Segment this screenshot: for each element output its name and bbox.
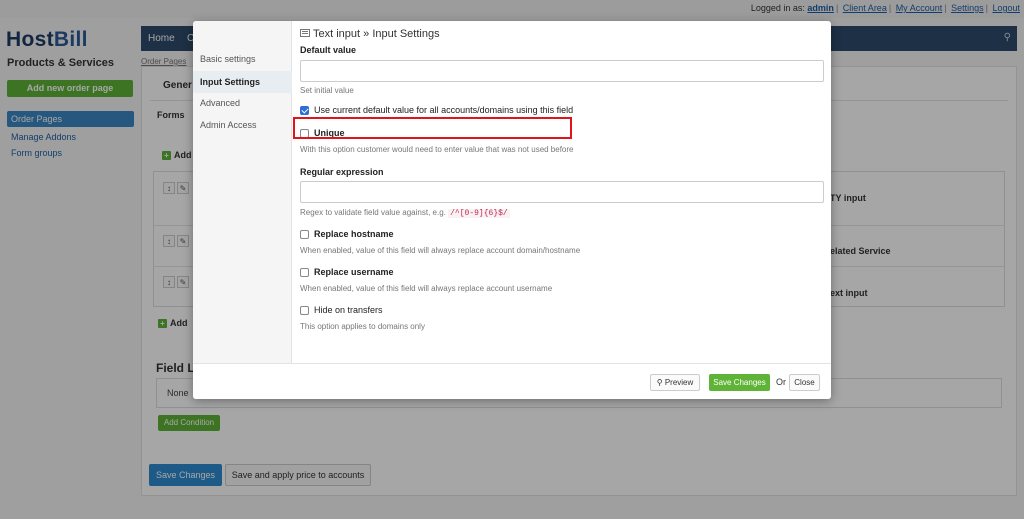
modal-tab-advanced[interactable]: Advanced — [193, 92, 292, 114]
modal-sidebar: Basic settings Input Settings Advanced A… — [193, 21, 292, 363]
regex-label: Regular expression — [300, 167, 384, 177]
replace-hostname-help: When enabled, value of this field will a… — [300, 246, 581, 255]
use-current-default-row[interactable]: Use current default value for all accoun… — [300, 104, 573, 116]
or-text: Or — [776, 377, 786, 387]
hide-on-transfers-label[interactable]: Hide on transfers — [314, 305, 383, 315]
modal-title: Text input » Input Settings — [300, 28, 440, 40]
regex-example: /^[0-9]{6}$/ — [448, 209, 510, 218]
modal-tab-input-settings[interactable]: Input Settings — [193, 71, 292, 93]
input-settings-modal: Basic settings Input Settings Advanced A… — [193, 21, 831, 399]
replace-hostname-checkbox[interactable] — [300, 229, 309, 239]
modal-body: Text input » Input Settings Default valu… — [300, 21, 824, 363]
hide-on-transfers-checkbox[interactable] — [300, 305, 309, 315]
replace-username-checkbox[interactable] — [300, 267, 309, 277]
modal-save-button[interactable]: Save Changes — [709, 374, 770, 391]
unique-help: With this option customer would need to … — [300, 145, 574, 154]
modal-tab-basic-settings[interactable]: Basic settings — [193, 48, 292, 70]
use-current-default-checkbox[interactable] — [300, 105, 309, 115]
close-button[interactable]: Close — [789, 374, 820, 391]
default-value-input[interactable] — [300, 60, 824, 82]
default-value-help: Set initial value — [300, 86, 354, 95]
preview-button[interactable]: ⚲ Preview — [650, 374, 700, 391]
replace-hostname-label[interactable]: Replace hostname — [314, 229, 394, 239]
modal-footer: ⚲ Preview Save Changes Or Close — [193, 363, 831, 399]
replace-username-label[interactable]: Replace username — [314, 267, 394, 277]
modal-tab-admin-access[interactable]: Admin Access — [193, 114, 292, 136]
form-icon — [300, 29, 310, 37]
hide-on-transfers-help: This option applies to domains only — [300, 322, 425, 331]
replace-username-row[interactable]: Replace username — [300, 266, 394, 278]
default-value-label: Default value — [300, 45, 357, 55]
hide-on-transfers-row[interactable]: Hide on transfers — [300, 304, 383, 316]
regex-input[interactable] — [300, 181, 824, 203]
highlight-annotation — [293, 117, 572, 139]
replace-hostname-row[interactable]: Replace hostname — [300, 228, 394, 240]
replace-username-help: When enabled, value of this field will a… — [300, 284, 553, 293]
search-icon: ⚲ — [656, 378, 663, 387]
regex-help: Regex to validate field value against, e… — [300, 208, 510, 218]
use-current-default-label[interactable]: Use current default value for all accoun… — [314, 105, 573, 115]
